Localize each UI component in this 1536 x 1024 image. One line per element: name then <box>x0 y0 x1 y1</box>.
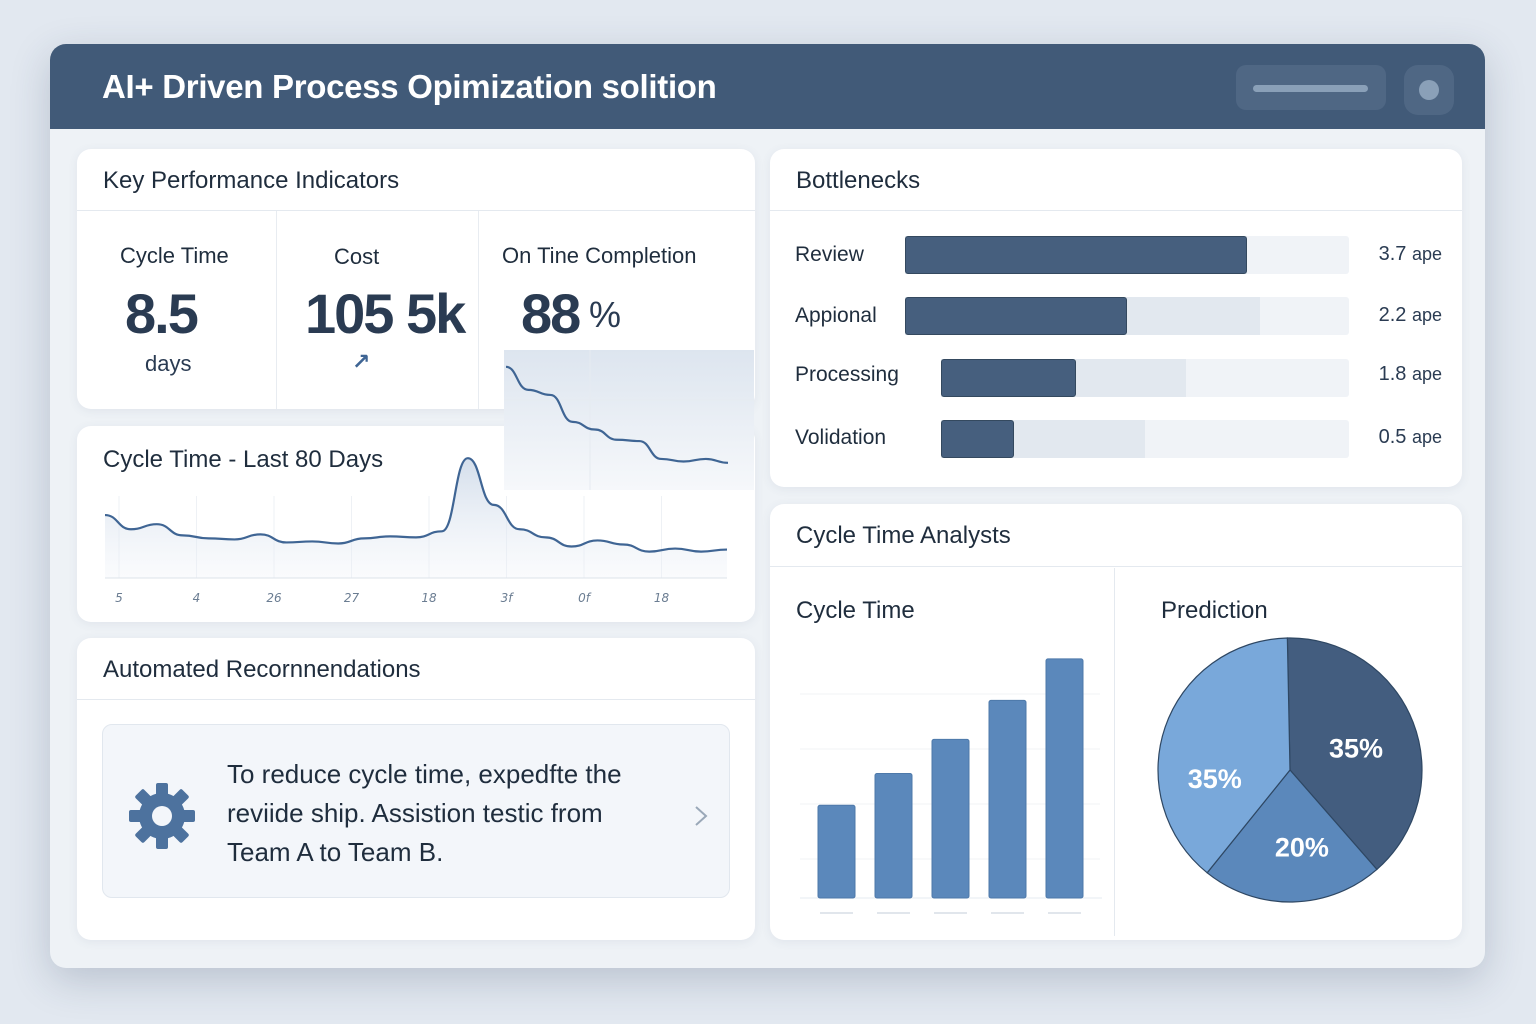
analysis-title: Cycle Time Analysts <box>796 522 1011 549</box>
x-tick-label: 5 <box>115 591 123 605</box>
bottleneck-value: 3.7 ape <box>1378 243 1442 265</box>
overlay-background <box>504 350 754 490</box>
recommendation-line: To reduce cycle time, expedfte the <box>227 759 622 789</box>
kpi-unit: days <box>145 351 192 376</box>
gear-icon <box>129 783 195 849</box>
x-tick-label: 4 <box>193 591 201 605</box>
bottlenecks-title: Bottlenecks <box>796 167 921 194</box>
bottlenecks-divider <box>770 210 1462 211</box>
bottlenecks-card: Bottlenecks Review 3.7 ape Appional 2.2 … <box>770 149 1462 487</box>
x-tick-label: 0f <box>578 591 592 605</box>
kpi-percent: % <box>589 294 622 335</box>
x-tick-mark <box>1048 912 1081 914</box>
kpi-separator <box>478 211 479 409</box>
title-bar: AI+ Driven Process Opimization solition <box>50 44 1485 129</box>
recommendation-line: Team A to Team B. <box>227 837 444 867</box>
pie-slice-label: 20% <box>1275 833 1329 863</box>
kpi-value: 105 5k <box>305 282 466 345</box>
kpi-separator <box>276 211 277 409</box>
kpi-value: 88 <box>521 282 581 345</box>
search-placeholder-bar <box>1253 85 1368 92</box>
reco-divider <box>77 699 755 700</box>
app-title: AI+ Driven Process Opimization solition <box>102 68 717 105</box>
x-tick-label: 18 <box>654 591 670 605</box>
bar[interactable] <box>874 773 913 899</box>
bar[interactable] <box>1045 658 1084 899</box>
bar-chart-title: Cycle Time <box>796 597 915 624</box>
bar[interactable] <box>988 699 1027 899</box>
bottleneck-value: 2.2 ape <box>1378 304 1442 326</box>
bar[interactable] <box>931 738 970 899</box>
x-tick-label: 18 <box>421 591 437 605</box>
recommendation-line: reviide ship. Assistion testic from <box>227 798 603 828</box>
bar[interactable] <box>817 804 856 899</box>
kpi-title: Key Performance Indicators <box>103 167 400 194</box>
chevron-right-icon[interactable] <box>693 804 709 828</box>
pie-chart-title: Prediction <box>1161 597 1268 624</box>
bottleneck-track <box>905 236 1349 274</box>
x-tick-mark <box>877 912 910 914</box>
cycle-time-bar-chart <box>800 658 1102 914</box>
x-tick-mark <box>991 912 1024 914</box>
bottleneck-track <box>941 359 1349 397</box>
search-bar[interactable] <box>1236 65 1386 110</box>
bottleneck-track <box>941 420 1349 458</box>
kpi-value: 8.5 <box>125 282 199 345</box>
bottleneck-fill <box>941 420 1015 458</box>
recommendation-item[interactable]: To reduce cycle time, expedfte the revii… <box>102 724 730 898</box>
analysis-divider <box>770 566 1462 567</box>
cycle-time-analysis-card: Cycle Time Analysts Cycle Time Predictio… <box>770 504 1462 940</box>
x-tick-mark <box>820 912 853 914</box>
bottleneck-value: 0.5 ape <box>1378 426 1442 448</box>
recommendation-text: To reduce cycle time, expedfte the revii… <box>227 755 667 872</box>
x-tick-mark <box>934 912 967 914</box>
reco-title: Automated Recornnendations <box>103 656 421 683</box>
completion-trend-chart <box>504 350 754 490</box>
kpi-label: Cost <box>334 244 380 269</box>
user-avatar-icon <box>1419 80 1439 100</box>
pie-slice-label: 35% <box>1329 734 1383 764</box>
kpi-divider <box>77 210 755 211</box>
analysis-separator <box>1114 568 1115 936</box>
prediction-pie-chart: 35% 20% 35% <box>1157 637 1423 903</box>
bottleneck-track <box>905 297 1349 335</box>
bottleneck-label: Volidation <box>795 426 887 449</box>
kpi-label: On Tine Completion <box>502 243 697 268</box>
pie-slice-label: 35% <box>1188 764 1242 794</box>
bottleneck-fill <box>941 359 1076 397</box>
user-menu-button[interactable] <box>1404 65 1454 115</box>
x-tick-label: 27 <box>344 591 360 605</box>
bottleneck-label: Review <box>795 243 864 266</box>
bottleneck-value: 1.8 ape <box>1378 363 1442 385</box>
trend-up-icon: ↗ <box>352 349 371 374</box>
bottleneck-label: Appional <box>795 304 877 327</box>
bottleneck-fill <box>905 236 1247 274</box>
bottleneck-label: Processing <box>795 363 899 386</box>
x-tick-label: 3f <box>501 591 515 605</box>
recommendations-card: Automated Recornnendations To reduce cyc… <box>77 638 755 940</box>
x-tick-label: 26 <box>266 591 282 605</box>
bottleneck-fill <box>905 297 1127 335</box>
app-window: AI+ Driven Process Opimization solition … <box>50 44 1485 968</box>
kpi-label: Cycle Time <box>120 243 229 268</box>
